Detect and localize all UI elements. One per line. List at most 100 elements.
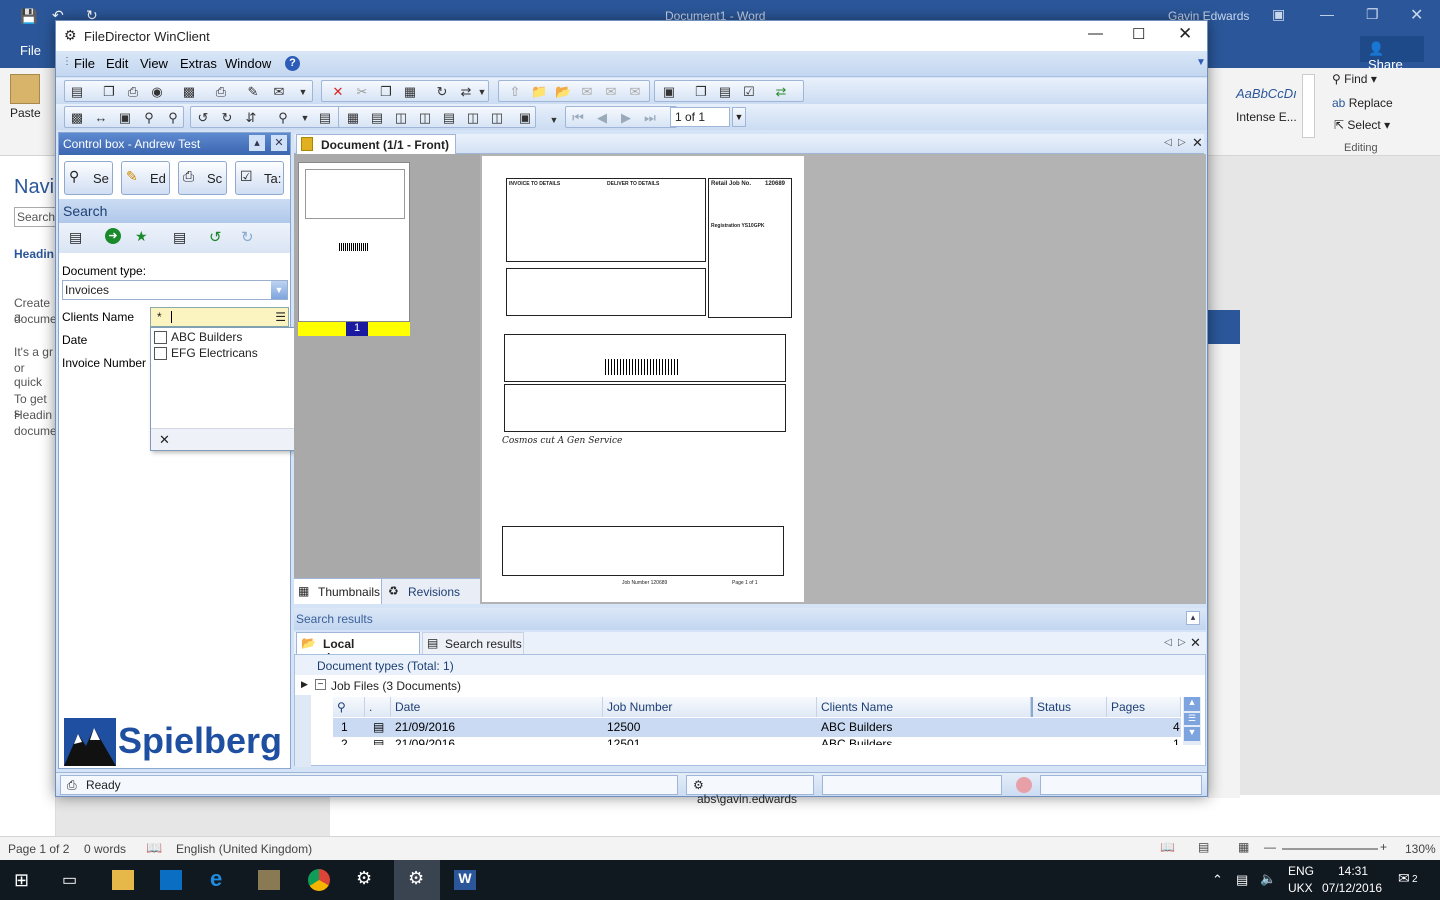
fd-minimize-icon[interactable]: —	[1088, 25, 1103, 42]
tab-thumbnails[interactable]: ▦ Thumbnails	[294, 579, 382, 604]
menu-window[interactable]: Window	[225, 56, 271, 71]
read-mode-icon[interactable]: 📖	[1160, 840, 1175, 854]
checkbox[interactable]	[154, 346, 167, 360]
folder-up-icon[interactable]: ⇧	[507, 84, 523, 100]
page-number-input[interactable]: 1 of 1	[670, 107, 730, 127]
search-add-icon[interactable]: ★	[135, 228, 148, 245]
zoom-slider[interactable]	[1282, 848, 1378, 850]
results-scrollbar[interactable]: ▲ ☰ ▼	[1183, 697, 1201, 745]
fd-maximize-icon[interactable]: ☐	[1132, 25, 1145, 43]
scroll-thumb[interactable]: ☰	[1184, 713, 1200, 725]
scroll-up-icon[interactable]: ▲	[1184, 697, 1200, 711]
style-name[interactable]: Intense E...	[1236, 110, 1297, 124]
zoom-in-icon[interactable]: +	[1380, 840, 1387, 854]
flip-icon[interactable]: ⇵	[243, 110, 259, 126]
mail-send-icon[interactable]: ✉	[579, 84, 595, 100]
folder-open-icon[interactable]: 📂	[555, 84, 571, 100]
page-thumbnail[interactable]	[298, 162, 410, 322]
last-page-icon[interactable]: ⏭	[642, 110, 658, 126]
word-icon[interactable]: W	[454, 870, 476, 890]
zoom-width-icon[interactable]: ↔	[93, 110, 109, 126]
web-layout-icon[interactable]: ▦	[1238, 840, 1249, 854]
pages-edit-icon[interactable]: ▤	[717, 84, 733, 100]
filedirector-icon[interactable]: ⚙	[356, 868, 372, 889]
styles-scroll[interactable]	[1302, 74, 1315, 138]
word-document-page[interactable]	[330, 795, 1440, 836]
scroll-down-icon[interactable]: ▼	[1184, 727, 1200, 741]
table-row[interactable]: 1 ▤ 21/09/2016 12500 ABC Builders 4	[333, 718, 1181, 737]
document-type-select[interactable]: Invoices ▼	[62, 280, 288, 300]
print-layout-icon[interactable]: ▤	[1198, 840, 1209, 854]
column-icon[interactable]: ▤	[441, 110, 457, 126]
document-type-dropdown-icon[interactable]: ▼	[271, 281, 287, 299]
dropdown-close-icon[interactable]: ✕	[159, 432, 170, 448]
copy-icon[interactable]: ❐	[378, 84, 394, 100]
single-page-icon[interactable]: ▤	[369, 110, 385, 126]
menu-edit[interactable]: Edit	[106, 56, 128, 71]
export-icon[interactable]: ▩	[181, 84, 197, 100]
tab-file[interactable]: File	[20, 43, 41, 58]
col-header-date[interactable]: Date	[391, 697, 603, 717]
prev-page-icon[interactable]: ◀	[594, 110, 610, 126]
zoom-in-icon[interactable]: ⚲	[141, 110, 157, 126]
run-search-icon[interactable]: ➜	[105, 228, 121, 244]
zoom-level[interactable]: 130%	[1405, 842, 1436, 856]
notification-icon[interactable]: ✉	[1398, 870, 1410, 887]
start-icon[interactable]: ⊞	[14, 870, 29, 891]
print-icon[interactable]: ⎙	[213, 84, 229, 100]
collapse-icon[interactable]: −	[315, 679, 326, 690]
zoom-out-icon[interactable]: ⚲	[165, 110, 181, 126]
menu-extras[interactable]: Extras	[180, 56, 217, 71]
paste-icon[interactable]	[10, 74, 40, 104]
select-button[interactable]: ⇱ Select ▾	[1334, 118, 1390, 132]
dropdown-icon[interactable]: ▼	[295, 84, 311, 100]
job-files-group-row[interactable]: ▶ − Job Files (3 Documents)	[295, 675, 1205, 695]
share-button[interactable]: 👤 Share	[1360, 36, 1424, 72]
style-sample[interactable]: AaBbCcDı	[1236, 86, 1297, 101]
mail-forward-icon[interactable]: ✉	[603, 84, 619, 100]
scan-mode-button[interactable]: ⎙ Sc	[178, 161, 227, 195]
mail-reply-icon[interactable]: ✉	[627, 84, 643, 100]
replace-button[interactable]: ab Replace	[1332, 96, 1393, 110]
restore-icon[interactable]: ❐	[1366, 6, 1379, 23]
tab-search-results[interactable]: ▤ Search results	[422, 632, 524, 654]
fullscreen-icon[interactable]: ▣	[517, 110, 533, 126]
page-number-dropdown-icon[interactable]: ▼	[732, 107, 746, 127]
edit-icon[interactable]: ✎	[245, 84, 261, 100]
col-header-clients-name[interactable]: Clients Name	[817, 697, 1031, 717]
col-header-dot[interactable]: .	[365, 697, 391, 717]
dropdown-icon[interactable]: ▼	[546, 112, 562, 128]
app-icon[interactable]	[258, 870, 280, 890]
cut-icon[interactable]: ✂	[354, 84, 370, 100]
help-icon[interactable]: ?	[285, 56, 300, 71]
volume-icon[interactable]: 🔈	[1260, 871, 1276, 887]
status-language[interactable]: English (United Kingdom)	[176, 842, 312, 856]
tab-local-documents[interactable]: 📂 Local documents	[296, 632, 420, 665]
doc-types-row[interactable]: Document types (Total: 1)	[295, 655, 1205, 675]
first-page-icon[interactable]: ⏮	[570, 110, 586, 126]
dropdown-icon[interactable]: ▼	[297, 110, 313, 126]
document-close-icon[interactable]: ✕	[1192, 135, 1203, 151]
document-page-view[interactable]: INVOICE TO DETAILS DELIVER TO DETAILS Re…	[482, 156, 804, 602]
tab-revisions[interactable]: ♻ Revisions	[386, 579, 466, 604]
nav-tab-headings[interactable]: Headin	[14, 247, 54, 261]
delete-icon[interactable]: ✕	[330, 84, 346, 100]
pages-check-icon[interactable]: ☑	[741, 84, 757, 100]
lang-line2[interactable]: UKX	[1288, 881, 1313, 895]
outlook-icon[interactable]	[160, 870, 182, 890]
fd-close-icon[interactable]: ✕	[1178, 24, 1192, 44]
mail-icon[interactable]: ✉	[271, 84, 287, 100]
paste-label[interactable]: Paste	[10, 106, 41, 120]
menu-file[interactable]: File	[74, 56, 95, 71]
task-view-icon[interactable]: ▭	[62, 870, 77, 890]
scan-icon[interactable]: ⎙	[125, 84, 141, 100]
proofing-icon[interactable]: 📖	[146, 840, 162, 856]
tab-scroll-right-icon[interactable]: ▷	[1178, 137, 1186, 148]
paste-icon[interactable]: ▦	[402, 84, 418, 100]
sr-scroll-right-icon[interactable]: ▷	[1178, 637, 1186, 648]
thumbnail-caption[interactable]: 1	[298, 322, 410, 336]
columns-icon[interactable]: ◫	[465, 110, 481, 126]
dropdown-option[interactable]: EFG Electricans	[154, 346, 258, 360]
nav-search-input[interactable]: Search	[14, 207, 56, 227]
grid-icon[interactable]: ▦	[345, 110, 361, 126]
